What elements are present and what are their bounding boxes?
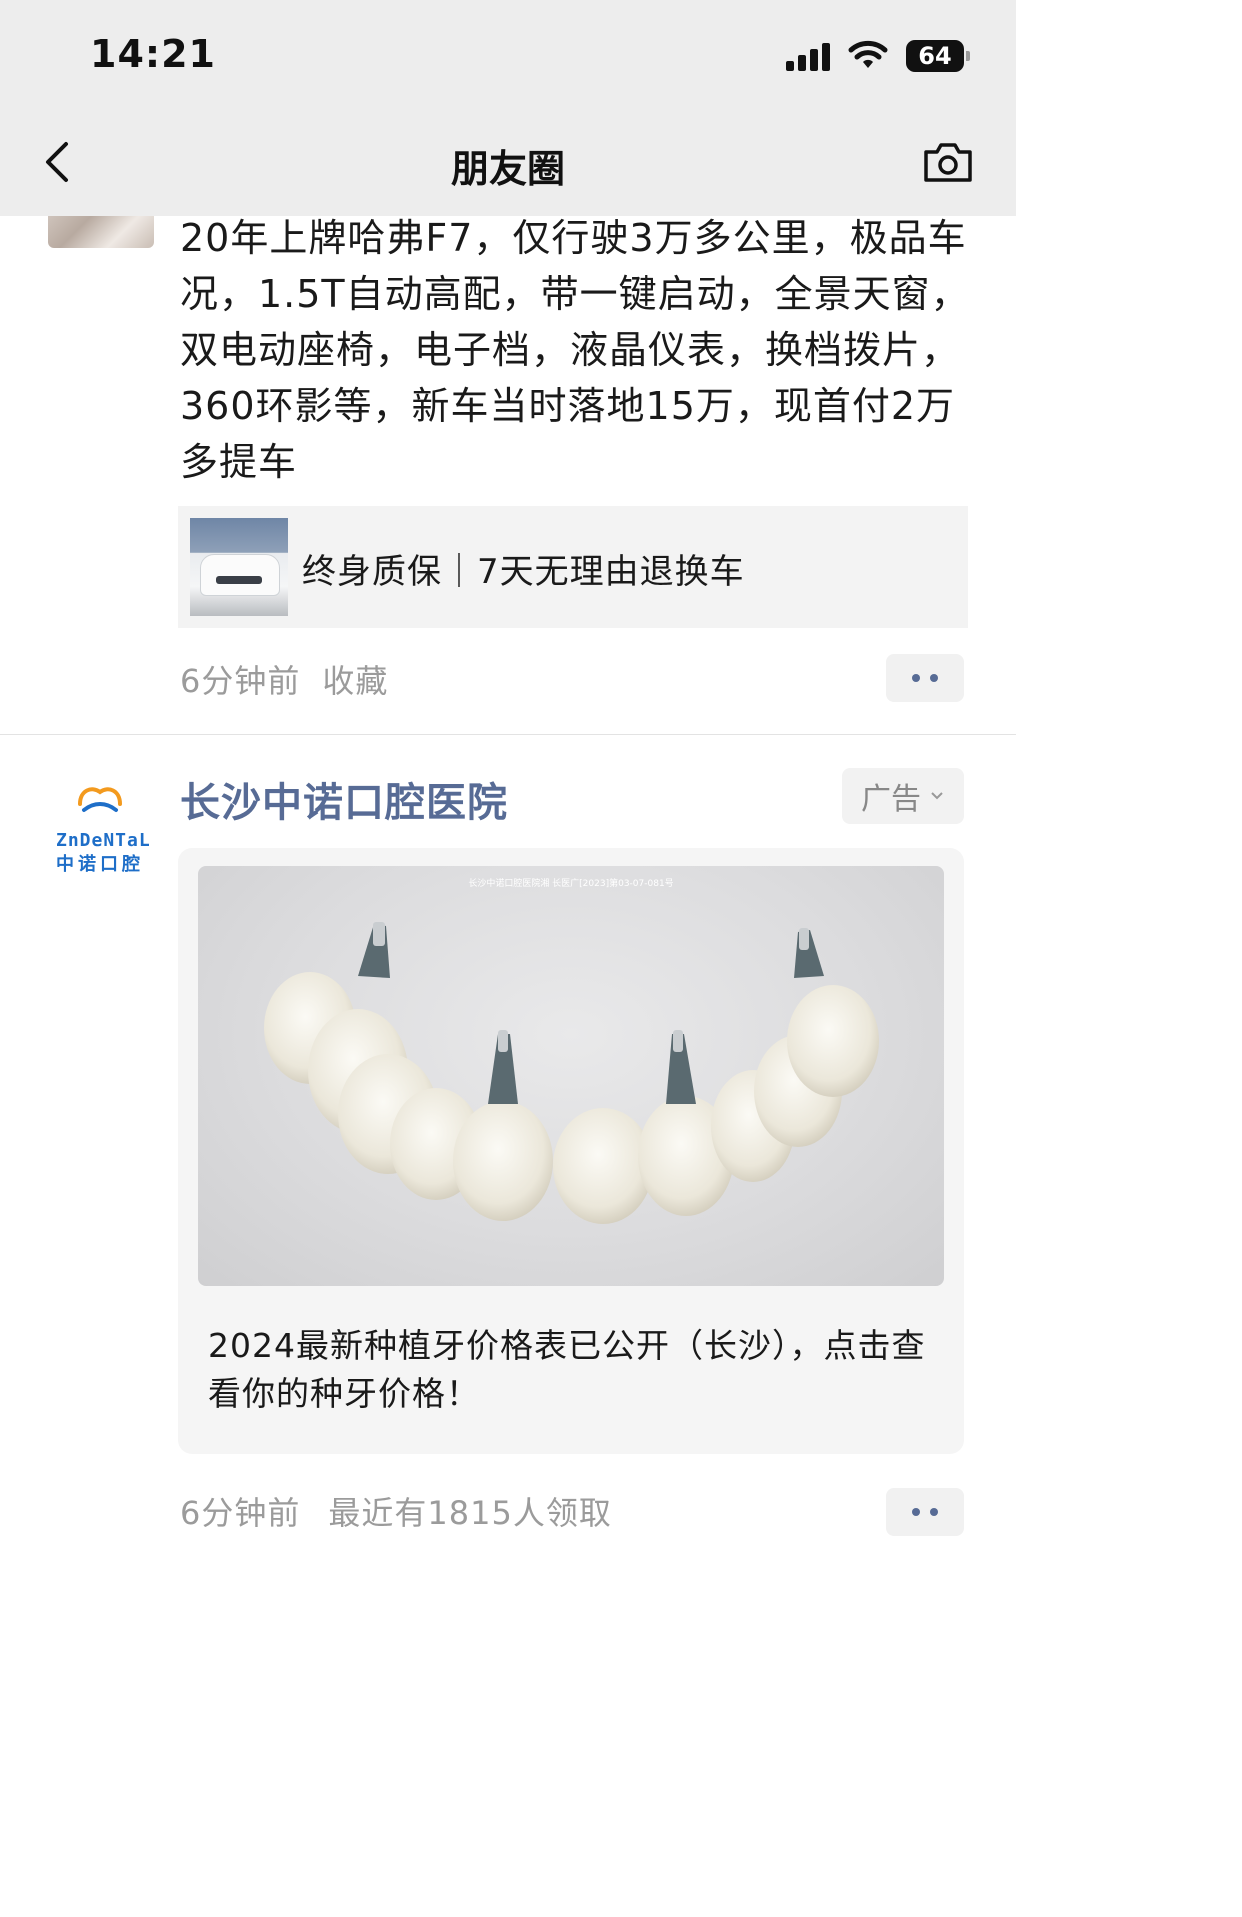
- ad-card[interactable]: 长沙中诺口腔医院湘 长医广[2023]第03-07-081号 2024最新种植牙…: [178, 848, 964, 1454]
- dental-logo-icon: [78, 787, 122, 812]
- logo-text-en: ZnDeNTaL: [56, 830, 151, 851]
- cellular-signal-icon: [786, 41, 830, 71]
- post-meta: 6分钟前 收藏: [180, 656, 388, 702]
- link-title: 终身质保｜7天无理由退换车: [302, 552, 745, 592]
- ad-label: 广告: [861, 782, 921, 817]
- favorite-label[interactable]: 收藏: [322, 662, 388, 700]
- more-actions-button[interactable]: [886, 654, 964, 702]
- chevron-down-icon: [931, 792, 943, 800]
- post-text: 20年上牌哈弗F7，仅行驶3万多公里，极品车况，1.5T自动高配，带一键启动，全…: [180, 216, 970, 484]
- logo-text-cn: 中诺口腔: [56, 854, 144, 875]
- dot-icon: [930, 1508, 938, 1516]
- dot-icon: [912, 674, 920, 682]
- post-time: 6分钟前: [180, 1494, 301, 1532]
- dot-icon: [930, 674, 938, 682]
- status-icons: 64: [786, 36, 970, 76]
- dot-icon: [912, 1508, 920, 1516]
- ad-label-button[interactable]: 广告: [842, 768, 964, 824]
- car-image: [200, 554, 280, 596]
- divider: [0, 734, 1016, 735]
- link-thumbnail: [190, 518, 288, 616]
- shared-link-card[interactable]: 终身质保｜7天无理由退换车: [178, 506, 968, 628]
- top-bar: 14:21 64 朋友圈: [0, 0, 1016, 216]
- ad-image[interactable]: 长沙中诺口腔医院湘 长医广[2023]第03-07-081号: [198, 866, 944, 1286]
- more-actions-button[interactable]: [886, 1488, 964, 1536]
- page-title: 朋友圈: [450, 147, 565, 191]
- post-meta: 6分钟前 最近有1815人领取: [180, 1488, 612, 1534]
- wifi-icon: [848, 40, 888, 68]
- status-time: 14:21: [90, 32, 216, 76]
- author-name[interactable]: 长沙中诺口腔医院: [180, 770, 508, 828]
- image-caption: 长沙中诺口腔医院湘 长医广[2023]第03-07-081号: [468, 879, 674, 889]
- battery-indicator: 64: [906, 40, 970, 72]
- ad-stats: 最近有1815人领取: [328, 1494, 612, 1532]
- camera-icon[interactable]: [920, 138, 976, 186]
- dental-implant-photo: [264, 922, 879, 1224]
- avatar[interactable]: ZnDeNTaL 中诺口腔: [50, 780, 150, 876]
- ad-text: 2024最新种植牙价格表已公开（长沙），点击查看你的种牙价格！: [208, 1326, 926, 1413]
- post-time: 6分钟前: [180, 662, 301, 700]
